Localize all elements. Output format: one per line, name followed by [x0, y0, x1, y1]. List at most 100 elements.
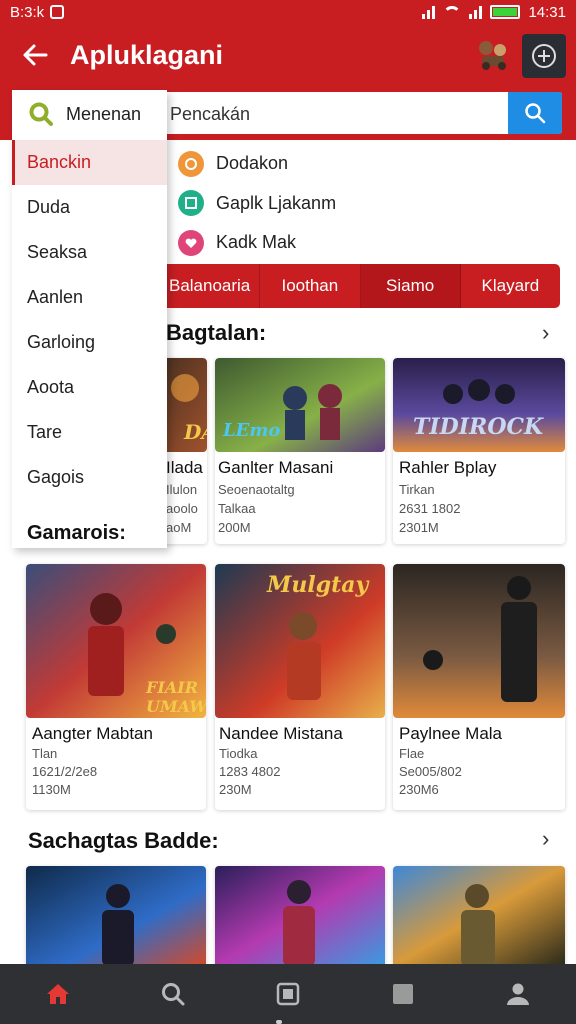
game-name: Rahler Bplay — [399, 458, 497, 477]
game-meta: Tirkan — [399, 482, 435, 497]
game-art-caption: DA — [184, 420, 207, 444]
game-art — [393, 564, 565, 718]
game-meta: 230M — [219, 782, 252, 797]
game-card[interactable]: Paylnee Mala Flae Se005/802 230M6 — [393, 564, 565, 810]
signal-2-icon — [469, 5, 483, 19]
back-arrow-icon[interactable] — [0, 24, 70, 86]
menu-item[interactable]: Seaksa — [12, 230, 167, 275]
cube-icon — [178, 190, 204, 217]
game-meta: aoolo — [166, 501, 198, 516]
category-tabs: Balanoaria Ioothan Siamo Klayard — [160, 264, 560, 308]
tab-item[interactable]: Siamo — [360, 264, 461, 308]
game-meta: 230M6 — [399, 782, 439, 797]
nav-library[interactable] — [230, 964, 345, 1024]
character-avatar-icon[interactable] — [474, 36, 512, 74]
game-meta: 2631 1802 — [399, 501, 461, 516]
game-name: Nandee Mistana — [219, 724, 343, 743]
nav-home[interactable] — [0, 964, 115, 1024]
square-icon — [393, 984, 414, 1004]
tablet-icon — [276, 982, 300, 1006]
game-card[interactable]: FIAIR UMAW Aangter Mabtan Tlan 1621/2/2e… — [26, 564, 206, 810]
search-icon — [525, 103, 546, 124]
game-name: Aangter Mabtan — [32, 724, 153, 743]
tab-item[interactable]: Klayard — [461, 264, 560, 308]
game-art-caption: LEmo — [223, 420, 281, 441]
game-art — [215, 866, 385, 966]
page-title: Apluklagani — [70, 39, 224, 70]
battery-icon — [490, 5, 521, 19]
home-icon — [46, 984, 69, 1004]
game-name: Paylnee Mala — [399, 724, 503, 743]
signal-icon — [422, 5, 436, 19]
tab-item[interactable]: Ioothan — [260, 264, 361, 308]
chevron-right-icon[interactable]: › — [542, 826, 549, 852]
game-meta: Ilulon — [166, 482, 198, 497]
quick-link-label: Gaplk Ljakanm — [216, 192, 337, 213]
search-scope-selector[interactable]: Menenan — [12, 90, 167, 138]
quick-link-label: Dodakon — [216, 153, 289, 174]
game-meta: aoM — [166, 520, 192, 535]
game-meta: Tiodka — [219, 746, 258, 761]
wifi-icon — [443, 6, 462, 18]
game-card[interactable] — [393, 866, 565, 966]
game-art-caption: TIDIROCK — [413, 414, 544, 440]
game-meta: Flae — [399, 746, 425, 761]
section-title: Bagtalan: — [166, 320, 267, 345]
quick-link-label: Kadk Mak — [216, 232, 297, 253]
nav-profile[interactable] — [461, 964, 576, 1024]
status-bar: B:3:k 14:31 — [0, 0, 576, 24]
search-button[interactable] — [508, 92, 562, 134]
menu-section-title: Gamarois: — [27, 522, 126, 544]
game-art-caption: Mulgtay — [267, 572, 369, 598]
gallery-notification-icon — [50, 5, 65, 19]
game-meta: 200M — [218, 520, 251, 535]
nav-search[interactable] — [115, 964, 230, 1024]
menu-item[interactable]: Gagois — [12, 455, 167, 500]
search-scope-label: Menenan — [66, 103, 142, 124]
home-indicator — [276, 1020, 282, 1024]
game-art — [393, 866, 565, 966]
chevron-right-icon[interactable]: › — [542, 320, 549, 346]
game-card[interactable] — [26, 866, 206, 966]
profile-badge-icon[interactable] — [522, 34, 566, 78]
game-meta: 2301M — [399, 520, 439, 535]
nav-collection[interactable] — [346, 964, 461, 1024]
quick-link[interactable]: Dodakon — [178, 144, 336, 184]
menu-item[interactable]: Banckin — [12, 140, 167, 185]
heart-icon — [178, 229, 204, 256]
quick-links: Dodakon Gaplk Ljakanm Kadk Mak — [178, 144, 336, 263]
game-card[interactable]: TIDIROCK Rahler Bplay Tirkan 2631 1802 2… — [393, 358, 565, 544]
game-meta: 1621/2/2e8 — [32, 764, 98, 779]
game-name: Ilada — [166, 458, 203, 477]
search-icon — [161, 983, 185, 1006]
game-meta: Se005/802 — [399, 764, 462, 779]
search-icon — [29, 102, 53, 126]
game-card[interactable]: Mulgtay Nandee Mistana Tiodka 1283 4802 … — [215, 564, 385, 810]
menu-item[interactable]: Garloing — [12, 320, 167, 365]
status-time-right: 14:31 — [528, 3, 566, 21]
game-thumbnail — [393, 564, 565, 718]
quick-link[interactable]: Gaplk Ljakanm — [178, 184, 336, 224]
game-name: Ganlter Masani — [218, 458, 334, 477]
game-meta: 1130M — [32, 782, 71, 797]
coin-icon — [178, 150, 204, 177]
game-meta: Talkaa — [218, 501, 256, 516]
bottom-navigation — [0, 964, 576, 1024]
side-menu: Menenan Banckin Duda Seaksa Aanlen Garlo… — [12, 90, 167, 548]
game-art — [26, 866, 206, 966]
game-meta: 1283 4802 — [219, 764, 281, 779]
quick-link[interactable]: Kadk Mak — [178, 223, 336, 263]
status-time-left: B:3:k — [10, 3, 45, 21]
tab-item[interactable]: Balanoaria — [160, 264, 261, 308]
game-card[interactable] — [215, 866, 385, 966]
game-card[interactable]: LEmo Ganlter Masani Seoenaotaltg Talkaa … — [215, 358, 385, 544]
menu-item[interactable]: Duda — [12, 185, 167, 230]
menu-item[interactable]: Tare — [12, 410, 167, 455]
game-meta: Seoenaotaltg — [218, 482, 295, 497]
game-meta: Tlan — [32, 746, 58, 761]
menu-item[interactable]: Aoota — [12, 365, 167, 410]
menu-item[interactable]: Aanlen — [12, 275, 167, 320]
section-title: Sachagtas Badde: — [28, 828, 219, 853]
search-placeholder: Pencakán — [170, 104, 251, 124]
profile-icon — [507, 983, 530, 1005]
